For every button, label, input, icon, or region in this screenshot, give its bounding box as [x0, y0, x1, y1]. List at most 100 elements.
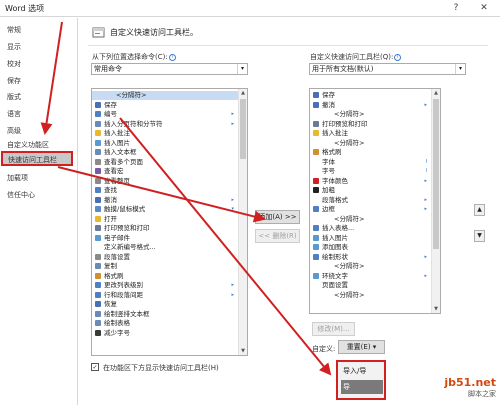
- list-item[interactable]: 加粗: [310, 186, 432, 195]
- list-item[interactable]: 打印预览和打印: [92, 224, 239, 233]
- list-item-label: 打印预览和打印: [104, 224, 150, 232]
- list-item-label: <分隔符>: [334, 214, 365, 223]
- reset-dropdown-button[interactable]: 重置(E) ▾: [338, 340, 385, 354]
- list-item[interactable]: 打开: [92, 215, 239, 224]
- list-item[interactable]: 添加图表: [310, 243, 432, 252]
- list-item[interactable]: 减少字号: [92, 329, 239, 338]
- import-export-menu-item[interactable]: 导入/导: [341, 364, 383, 378]
- list-item[interactable]: 格式刷: [92, 272, 239, 281]
- sidebar-item-save[interactable]: 保存: [0, 74, 78, 89]
- available-commands-list[interactable]: <分隔符> 保存 编号 ▸ 插入分页符和分节符 ▸ 插入批注 插入图片 插入文本框 查看多个页面查…: [91, 88, 248, 356]
- list-item-label: 触摸/鼠标模式: [104, 205, 146, 213]
- list-item[interactable]: 段落格式 ▸: [310, 196, 432, 205]
- list-item[interactable]: 格式刷: [310, 148, 432, 157]
- scroll-thumb[interactable]: [240, 99, 246, 159]
- scrollbar[interactable]: ▲ ▼: [238, 89, 247, 355]
- scroll-thumb[interactable]: [433, 99, 439, 249]
- list-item-label: 段落格式: [322, 195, 348, 204]
- list-item[interactable]: 保存: [310, 91, 432, 100]
- show-below-ribbon-checkbox[interactable]: ✓: [91, 363, 99, 371]
- list-item[interactable]: 行和段落间距 ▸: [92, 291, 239, 300]
- customize-toolbar-dropdown[interactable]: 用于所有文档(默认) ▾: [309, 63, 466, 75]
- sidebar-item-trust-center[interactable]: 信任中心: [0, 188, 78, 203]
- list-item[interactable]: <分隔符>: [92, 91, 239, 100]
- line-spacing-icon: [95, 291, 101, 298]
- modify-button[interactable]: 修改(M)...: [312, 322, 355, 336]
- import-export-menu-item-hover[interactable]: 导: [341, 380, 383, 394]
- remove-button[interactable]: << 删除(R): [255, 229, 300, 243]
- sidebar-item-layout[interactable]: 版式: [0, 90, 78, 105]
- list-item[interactable]: 触摸/鼠标模式 ▾: [92, 205, 239, 214]
- list-item[interactable]: 定义新编号格式...: [92, 243, 239, 252]
- wrap-text-icon: [313, 272, 319, 279]
- list-item[interactable]: 页面设置: [310, 281, 432, 290]
- move-up-button[interactable]: ▲: [474, 204, 485, 216]
- list-item[interactable]: 打印预览和打印: [310, 120, 432, 129]
- bold-icon: [313, 187, 319, 193]
- list-item[interactable]: 字体颜色 ▸: [310, 177, 432, 186]
- sidebar-item-add-ins[interactable]: 加载项: [0, 171, 78, 186]
- list-item[interactable]: 插入批注: [92, 129, 239, 138]
- sidebar-item-advanced[interactable]: 高级: [0, 124, 78, 139]
- scroll-up-icon[interactable]: ▲: [432, 89, 440, 97]
- list-item[interactable]: 绘制形状 ▸: [310, 253, 432, 262]
- list-item[interactable]: 绘制竖排文本框: [92, 310, 239, 319]
- list-item[interactable]: 插入文本框: [92, 148, 239, 157]
- comment-icon: [95, 130, 101, 136]
- sidebar-item-display[interactable]: 显示: [0, 40, 78, 55]
- list-item[interactable]: 插入图片: [92, 139, 239, 148]
- help-button[interactable]: ?: [448, 1, 464, 15]
- submenu-indicator-icon: I: [425, 168, 427, 174]
- sidebar-item-general[interactable]: 常规: [0, 23, 78, 38]
- scroll-down-icon[interactable]: ▼: [432, 305, 440, 313]
- submenu-indicator-icon: ▸: [231, 120, 234, 127]
- list-item[interactable]: 插入图片: [310, 234, 432, 243]
- choose-commands-dropdown[interactable]: 常用命令 ▾: [91, 63, 248, 75]
- list-item[interactable]: <分隔符>: [310, 110, 432, 119]
- list-item[interactable]: <分隔符>: [310, 215, 432, 224]
- list-item[interactable]: 查看整页: [92, 177, 239, 186]
- list-item-label: 打印预览和打印: [322, 119, 368, 128]
- toolbar-commands-list[interactable]: 保存 撤消 ▸ <分隔符> 打印预览和打印 插入批注 <分隔符> 格式刷 字体 I 字号 I 字体颜色 ▸…: [309, 88, 441, 314]
- submenu-indicator-icon: I: [425, 158, 427, 165]
- list-item[interactable]: 插入表格...: [310, 224, 432, 233]
- add-button[interactable]: 添加(A) >>: [255, 210, 300, 224]
- list-item[interactable]: <分隔符>: [310, 139, 432, 148]
- sidebar-item-quick-access-toolbar[interactable]: 快速访问工具栏: [1, 151, 73, 166]
- chart-icon: [313, 244, 319, 250]
- list-item[interactable]: 字号 I: [310, 167, 432, 176]
- list-item[interactable]: 复制: [92, 262, 239, 271]
- list-item[interactable]: 保存: [92, 101, 239, 110]
- list-item[interactable]: 查找: [92, 186, 239, 195]
- list-item[interactable]: 绘制表格: [92, 319, 239, 328]
- print-preview-icon: [313, 120, 319, 127]
- sidebar-item-proofing[interactable]: 校对: [0, 57, 78, 72]
- list-item[interactable]: <分隔符>: [310, 262, 432, 271]
- list-item[interactable]: 插入批注: [310, 129, 432, 138]
- scroll-up-icon[interactable]: ▲: [239, 89, 247, 97]
- scroll-down-icon[interactable]: ▼: [239, 347, 247, 355]
- list-item[interactable]: 撤消 ▸: [310, 101, 432, 110]
- list-item[interactable]: 恢复: [92, 300, 239, 309]
- list-item[interactable]: 查看多个页面: [92, 158, 239, 167]
- submenu-indicator-icon: ▸: [424, 196, 427, 203]
- close-button[interactable]: ✕: [476, 1, 492, 15]
- list-item-label: <分隔符>: [334, 262, 365, 270]
- list-item[interactable]: 撤消 ▸: [92, 196, 239, 205]
- move-down-button[interactable]: ▼: [474, 230, 485, 242]
- list-item[interactable]: 边框 ▸: [310, 205, 432, 214]
- list-item[interactable]: 电子邮件: [92, 234, 239, 243]
- list-item-label: 绘制竖排文本框: [104, 309, 150, 318]
- list-item-label: 查看宏: [104, 167, 124, 175]
- list-item[interactable]: 插入分页符和分节符 ▸: [92, 120, 239, 129]
- list-item[interactable]: 段落设置: [92, 253, 239, 262]
- scrollbar[interactable]: ▲ ▼: [431, 89, 440, 313]
- submenu-indicator-icon: ▸: [231, 196, 234, 203]
- list-item[interactable]: 查看宏: [92, 167, 239, 176]
- list-item[interactable]: 更改列表级别 ▸: [92, 281, 239, 290]
- sidebar-item-language[interactable]: 语言: [0, 107, 78, 122]
- list-item[interactable]: 环绕文字 ▸: [310, 272, 432, 281]
- list-item[interactable]: 编号 ▸: [92, 110, 239, 119]
- list-item[interactable]: <分隔符>: [310, 291, 432, 300]
- list-item[interactable]: 字体 I: [310, 158, 432, 167]
